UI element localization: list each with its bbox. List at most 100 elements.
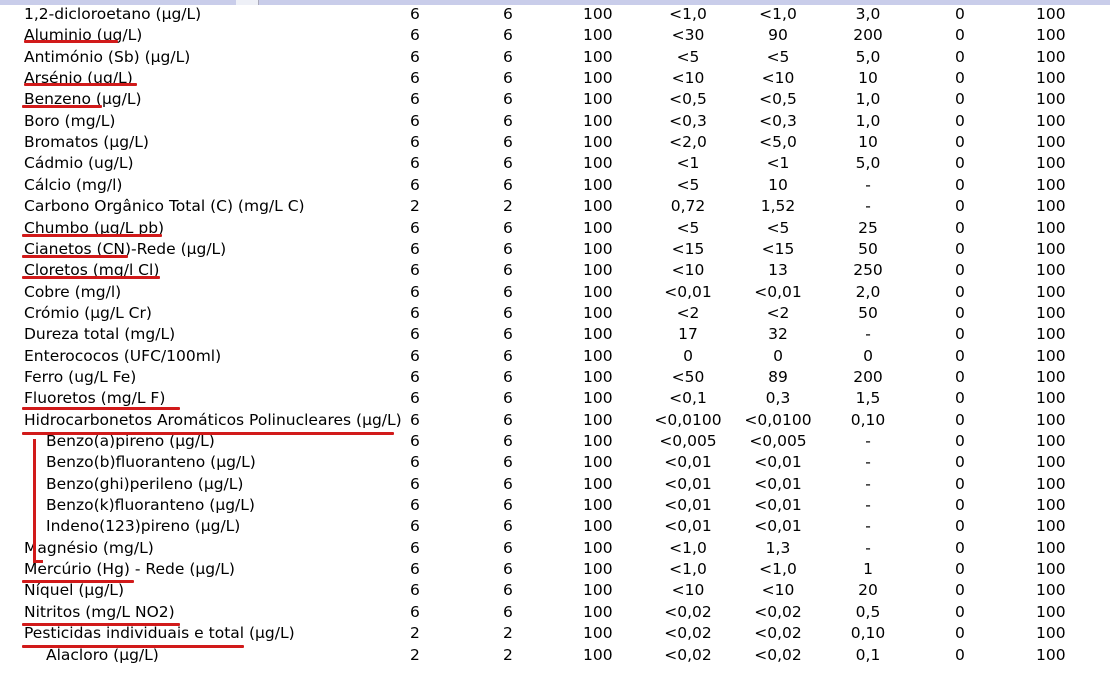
table-cell: 50 [858, 239, 878, 258]
table-cell: 6 [503, 581, 513, 600]
table-cell: - [865, 432, 871, 450]
table-cell: 6 [503, 282, 513, 301]
table-cell: 6 [503, 5, 513, 23]
table-cell: - [865, 474, 871, 493]
table-cell: 100 [1036, 453, 1066, 472]
table-cell: 20 [858, 581, 878, 600]
table-cell: <10 [671, 69, 705, 88]
table-cell: 6 [503, 496, 513, 515]
table-cell: 100 [583, 538, 613, 557]
table-cell: <0,02 [664, 645, 712, 664]
table-cell: 6 [410, 133, 420, 152]
table-cell: 6 [410, 453, 420, 472]
table-cell: 250 [853, 261, 883, 280]
table-cell: 0 [773, 346, 783, 365]
table-cell: <1,0 [759, 560, 797, 579]
table-cell: 100 [583, 474, 613, 493]
table-cell: 100 [1036, 175, 1066, 194]
table-cell: 100 [583, 624, 613, 643]
parameter-name: Carbono Orgânico Total (C) (mg/L C) [24, 197, 305, 216]
table-cell: 2 [503, 197, 513, 216]
table-cell: 6 [503, 389, 513, 408]
table-cell: 100 [1036, 26, 1066, 45]
table-cell: 0 [955, 367, 965, 386]
table-cell: 6 [503, 474, 513, 493]
table-cell: 100 [1036, 581, 1066, 600]
table-cell: - [865, 453, 871, 472]
table-cell: 100 [1036, 69, 1066, 88]
table-cell: 0 [955, 282, 965, 301]
table-cell: 6 [410, 560, 420, 579]
table-cell: 2,0 [855, 282, 881, 301]
parameter-name: Hidrocarbonetos Aromáticos Polinucleares… [24, 410, 402, 429]
table-cell: 0,10 [850, 624, 886, 643]
parameter-name: Aluminio (ug/L) [24, 26, 143, 45]
table-cell: 100 [583, 111, 613, 130]
table-cell: 6 [410, 175, 420, 194]
table-cell: 100 [1036, 432, 1066, 450]
table-cell: 6 [410, 282, 420, 301]
table-cell: 6 [410, 303, 420, 322]
table-cell: <0,02 [664, 602, 712, 621]
table-row: Magnésio (mg/L) 6 6 100 <1,0 1,3 - 0 100 [0, 538, 1110, 559]
table-cell: <1,0 [759, 5, 797, 23]
table-row: Crómio (µg/L Cr) 6 6 100 <2 <2 50 0 100 [0, 303, 1110, 324]
table-cell: <50 [671, 367, 705, 386]
table-cell: 6 [503, 239, 513, 258]
parameter-name: Cobre (mg/l) [24, 282, 122, 301]
table-cell: 0 [955, 602, 965, 621]
table-cell: 100 [1036, 47, 1066, 66]
table-row: Benzo(b)fluoranteno (µg/L) 6 6 100 <0,01 <0,0… [0, 452, 1110, 473]
table-cell: <5 [676, 175, 700, 194]
table-cell: 89 [768, 367, 788, 386]
table-cell: 6 [503, 69, 513, 88]
table-cell: 100 [583, 218, 613, 237]
table-cell: 6 [410, 90, 420, 109]
table-row: Boro (mg/L) 6 6 100 <0,3 <0,3 1,0 0 100 [0, 111, 1110, 132]
table-cell: 100 [1036, 239, 1066, 258]
table-cell: 0 [955, 303, 965, 322]
table-row: Benzo(k)fluoranteno (µg/L) 6 6 100 <0,01 <0,0… [0, 495, 1110, 516]
table-cell: 100 [1036, 282, 1066, 301]
table-cell: <0,02 [664, 624, 712, 643]
table-cell: 6 [503, 218, 513, 237]
table-cell: 100 [583, 175, 613, 194]
table-row: 1,2-dicloroetano (µg/L) 6 6 100 <1,0 <1,0 3,0 0… [0, 4, 1110, 25]
table-cell: <0,005 [659, 432, 717, 450]
table-cell: 0,72 [670, 197, 706, 216]
table-cell: 100 [583, 496, 613, 515]
table-cell: 2 [503, 645, 513, 664]
table-cell: 100 [1036, 5, 1066, 23]
table-row: Antimónio (Sb) (µg/L) 6 6 100 <5 <5 5,0 0 100 [0, 47, 1110, 68]
table-cell: 100 [583, 432, 613, 450]
table-cell: <5 [676, 47, 700, 66]
parameter-name: Mercúrio (Hg) - Rede (µg/L) [24, 560, 235, 579]
underline-mark [24, 40, 118, 43]
table-cell: 0 [955, 325, 965, 344]
table-cell: 100 [1036, 90, 1066, 109]
table-cell: 3,0 [855, 5, 881, 23]
table-cell: <1 [676, 154, 700, 173]
table-cell: 100 [583, 346, 613, 365]
parameter-name: Pesticidas individuais e total (µg/L) [24, 624, 295, 643]
table-cell: 100 [583, 560, 613, 579]
table-cell: 6 [503, 133, 513, 152]
table-cell: 100 [583, 517, 613, 536]
table-cell: 6 [503, 560, 513, 579]
parameter-name: Enterococos (UFC/100ml) [24, 346, 222, 365]
table-cell: <0,01 [754, 282, 802, 301]
table-row: Cloretos (mg/l Cl) 6 6 100 <10 13 250 0 100 [0, 260, 1110, 281]
table-cell: 6 [503, 453, 513, 472]
table-cell: 100 [1036, 474, 1066, 493]
table-cell: 6 [503, 47, 513, 66]
table-row: Bromatos (µg/L) 6 6 100 <2,0 <5,0 10 0 100 [0, 132, 1110, 153]
table-cell: 100 [583, 197, 613, 216]
table-cell: 10 [768, 175, 788, 194]
table-cell: 2 [503, 624, 513, 643]
table-cell: 100 [583, 154, 613, 173]
table-cell: 0 [955, 69, 965, 88]
table-cell: <15 [761, 239, 795, 258]
table-cell: <5 [766, 47, 790, 66]
table-cell: <2,0 [669, 133, 707, 152]
parameter-name: Níquel (µg/L) [24, 581, 124, 600]
